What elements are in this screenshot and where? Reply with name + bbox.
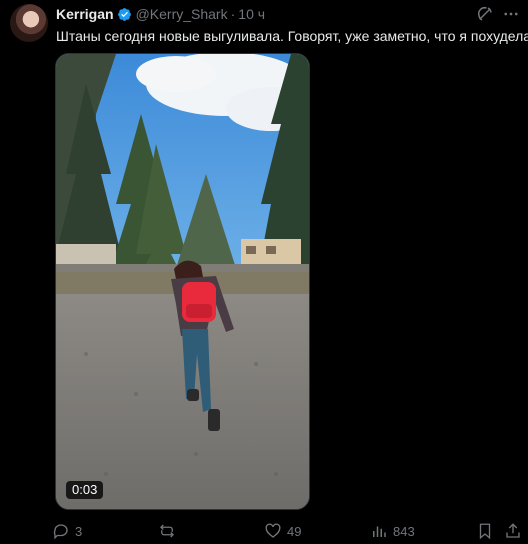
like-count: 49 — [287, 523, 302, 539]
video-thumbnail — [56, 54, 309, 509]
reply-count: 3 — [75, 523, 83, 539]
video-player[interactable]: 0:03 — [55, 53, 310, 510]
like-button[interactable]: 49 — [264, 520, 301, 542]
views-button[interactable]: 843 — [370, 520, 415, 542]
bookmark-icon — [479, 523, 491, 540]
repost-icon — [160, 524, 174, 538]
author-name[interactable]: Kerrigan — [56, 6, 114, 22]
reply-icon — [53, 524, 68, 540]
verified-badge-icon — [117, 7, 131, 21]
author-handle[interactable]: @Kerry_Shark — [136, 6, 228, 22]
share-button[interactable] — [504, 520, 522, 542]
more-options-icon[interactable] — [502, 5, 520, 23]
tweet-header: Kerrigan @Kerry_Shark · 10 ч — [56, 5, 520, 23]
grok-icon[interactable] — [476, 5, 494, 23]
views-count: 843 — [393, 523, 415, 539]
avatar[interactable] — [10, 4, 48, 42]
reply-button[interactable]: 3 — [52, 520, 82, 542]
bookmark-button[interactable] — [476, 520, 494, 542]
repost-button[interactable] — [158, 520, 181, 542]
views-icon — [373, 526, 386, 537]
heart-icon — [265, 523, 281, 538]
tweet-text: Штаны сегодня новые выгуливала. Говорят,… — [56, 28, 528, 44]
tweet-time[interactable]: 10 ч — [238, 6, 265, 22]
action-bar: 3 49 843 — [52, 520, 520, 542]
separator-dot: · — [230, 6, 236, 22]
video-duration: 0:03 — [66, 481, 104, 499]
share-icon — [506, 523, 520, 538]
